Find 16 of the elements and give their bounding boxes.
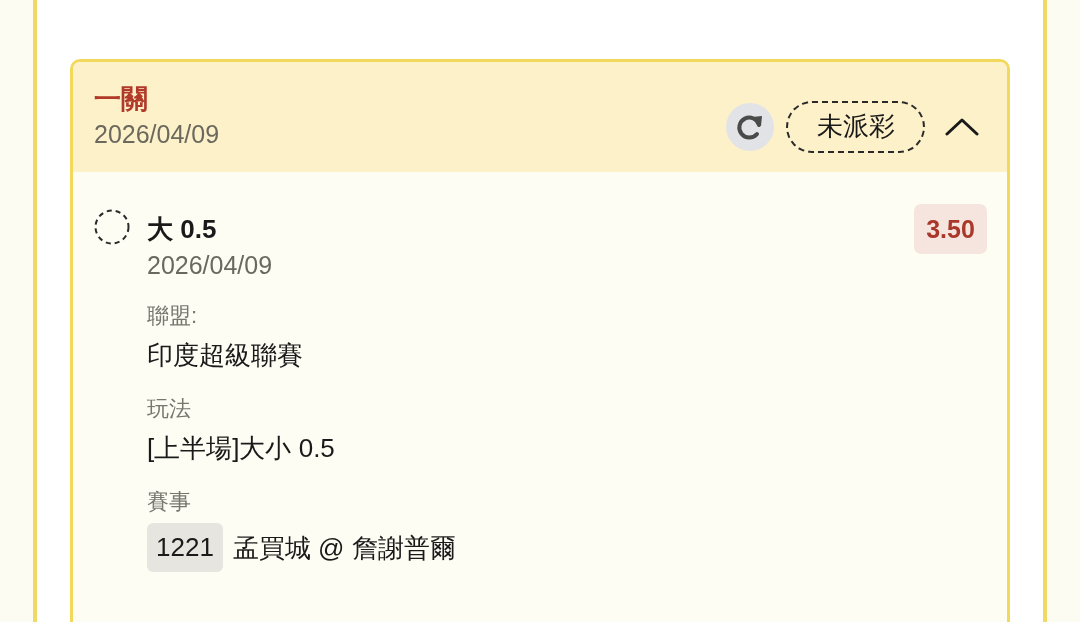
detail-value: 孟買城 @ 詹謝普爾: [232, 531, 456, 565]
odds-tag: 3.50: [914, 204, 987, 254]
detail-label: 玩法: [147, 395, 192, 423]
chevron-icon[interactable]: [945, 117, 979, 136]
detail-label: 聯盟:: [147, 302, 199, 330]
detail-value: [上半場]大小 0.5: [147, 432, 335, 465]
bet-type-title: 一關: [94, 83, 149, 116]
status-pill: 未派彩: [786, 100, 925, 153]
selection-name: 大 0.5: [147, 213, 218, 246]
match-id-tag: 1221: [147, 523, 223, 572]
dashed-circle-icon: [94, 209, 130, 245]
detail-value: 印度超級聯賽: [147, 339, 303, 372]
bet-date: 2026/04/09: [94, 119, 220, 150]
detail-label: 賽事: [147, 488, 192, 516]
selection-date: 2026/04/09: [147, 250, 274, 280]
refresh-icon[interactable]: [726, 102, 774, 151]
